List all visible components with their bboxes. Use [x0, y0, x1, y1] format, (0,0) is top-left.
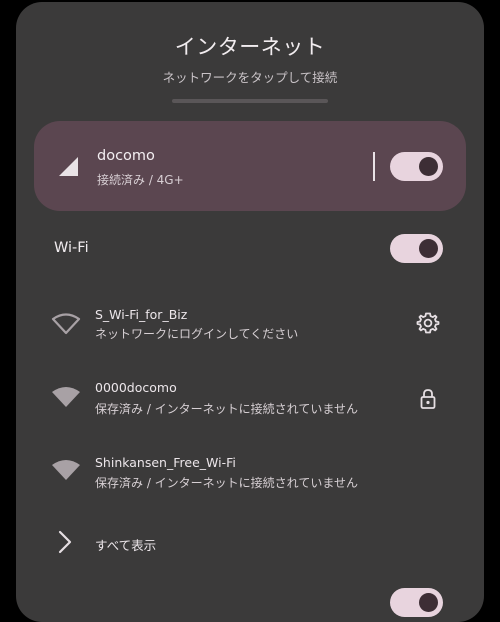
card-separator — [373, 152, 375, 181]
chevron-right-icon[interactable] — [58, 530, 72, 554]
wifi-toggle[interactable] — [390, 234, 443, 263]
mobile-network-card[interactable]: docomo 接続済み / 4G+ — [34, 121, 466, 211]
internet-panel: インターネット ネットワークをタップして接続 docomo 接続済み / 4G+… — [16, 2, 484, 622]
lock-icon — [420, 389, 436, 409]
network-name: 0000docomo — [95, 380, 177, 395]
mobile-network-status: 接続済み / 4G+ — [97, 173, 184, 187]
wifi-label: Wi-Fi — [54, 240, 89, 256]
mobile-network-name: docomo — [97, 148, 155, 164]
cell-signal-icon — [59, 157, 78, 176]
network-item-s-wifi-for-biz[interactable]: S_Wi-Fi_for_Biz ネットワークにログインしてください — [16, 302, 484, 352]
wifi-icon — [52, 460, 80, 480]
gear-icon[interactable] — [416, 311, 440, 335]
bottom-toggle[interactable] — [390, 588, 443, 617]
show-all-link[interactable]: すべて表示 — [95, 535, 156, 554]
panel-subtitle: ネットワークをタップして接続 — [162, 70, 338, 85]
panel-title: インターネット — [174, 35, 326, 59]
toggle-knob — [419, 157, 438, 176]
network-status: 保存済み / インターネットに接続されていません — [95, 402, 358, 416]
network-name: S_Wi-Fi_for_Biz — [95, 307, 188, 322]
toggle-knob — [419, 239, 438, 258]
network-item-0000docomo[interactable]: 0000docomo 保存済み / インターネットに接続されていません — [16, 375, 484, 425]
toggle-knob — [419, 593, 438, 612]
network-status: ネットワークにログインしてください — [95, 327, 299, 341]
wifi-icon — [52, 387, 80, 407]
network-status: 保存済み / インターネットに接続されていません — [95, 476, 358, 490]
wifi-icon — [51, 313, 81, 335]
network-item-shinkansen-free-wifi[interactable]: Shinkansen_Free_Wi-Fi 保存済み / インターネットに接続さ… — [16, 450, 484, 500]
network-name: Shinkansen_Free_Wi-Fi — [95, 455, 236, 470]
mobile-data-toggle[interactable] — [390, 152, 443, 181]
divider — [172, 99, 328, 103]
